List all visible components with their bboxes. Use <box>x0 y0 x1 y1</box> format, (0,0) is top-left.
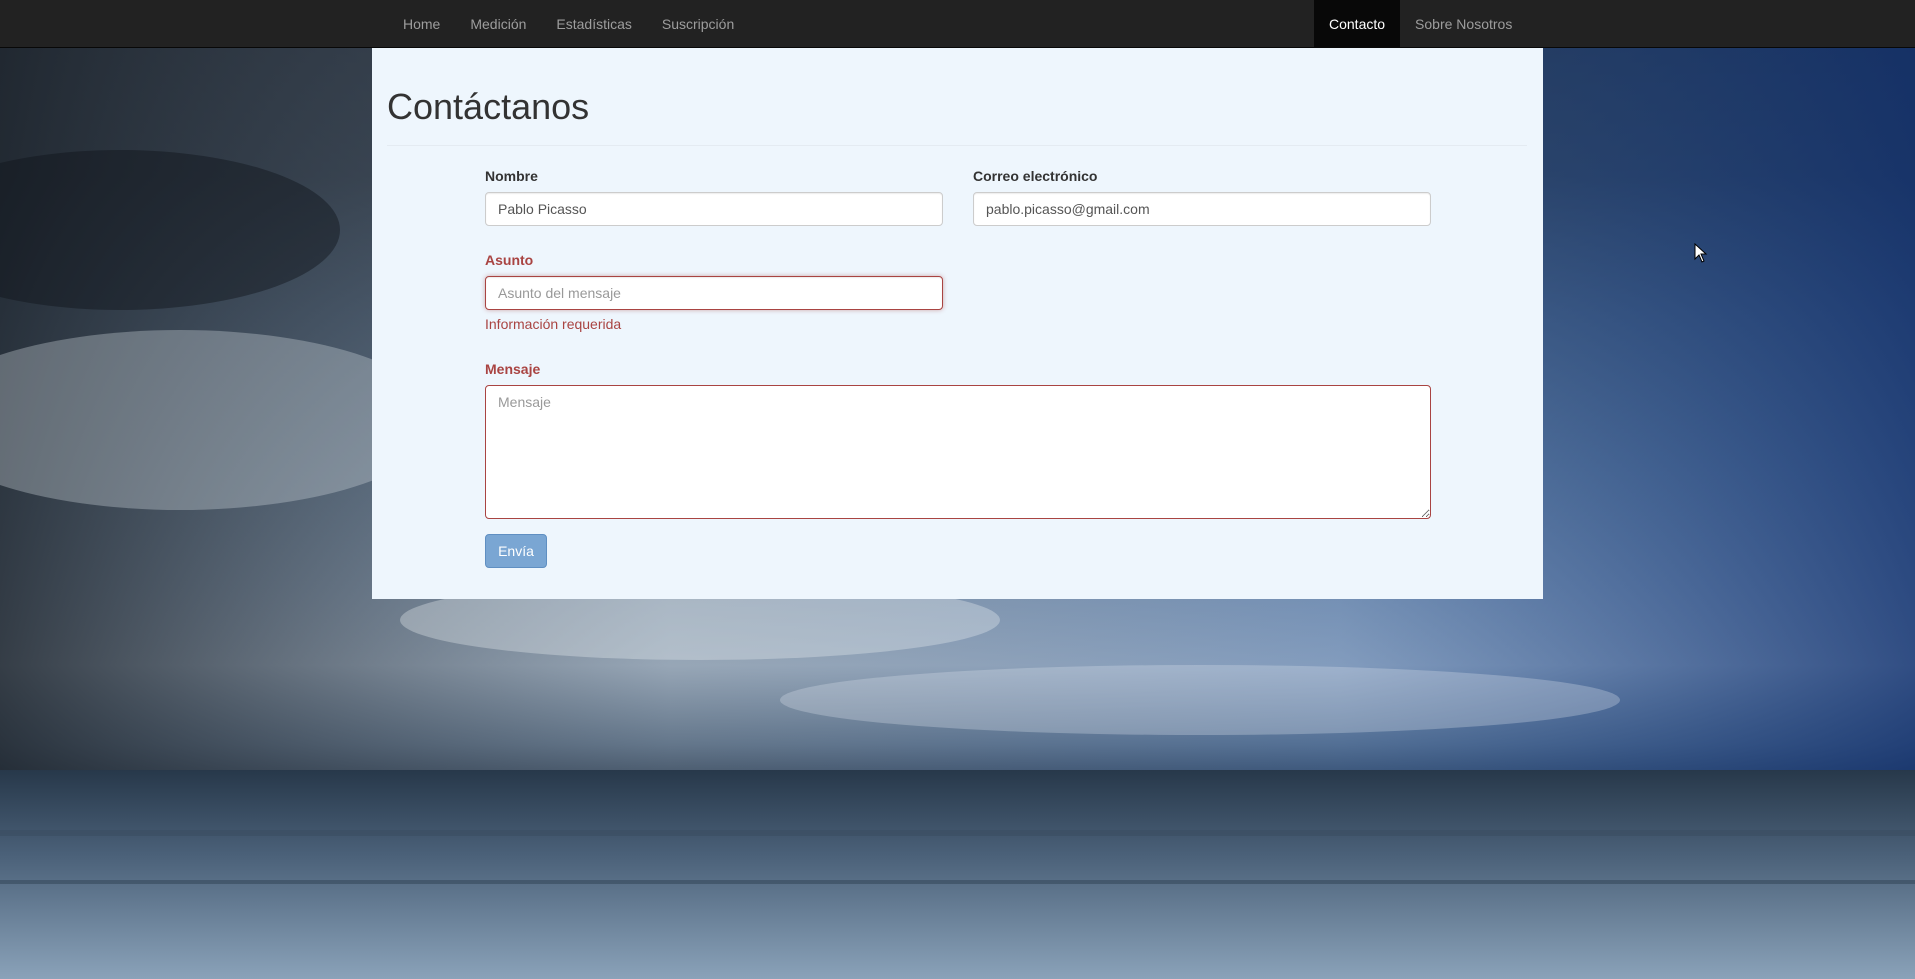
message-label: Mensaje <box>485 361 541 377</box>
subject-label: Asunto <box>485 252 534 268</box>
name-input[interactable] <box>485 192 943 226</box>
subject-error-message: Información requerida <box>485 316 622 332</box>
nav-contacto-link[interactable]: Contacto <box>1314 0 1401 48</box>
title-divider <box>387 145 1527 146</box>
mouse-pointer-icon <box>1694 243 1708 263</box>
nav-left-group: Home Medición Estadísticas Suscripción <box>388 0 749 48</box>
submit-button[interactable]: Envía <box>485 534 547 568</box>
subject-input[interactable] <box>485 276 943 310</box>
name-label: Nombre <box>485 168 538 184</box>
email-input[interactable] <box>973 192 1431 226</box>
nav-sobre-nosotros-link[interactable]: Sobre Nosotros <box>1400 0 1527 48</box>
top-navbar: Home Medición Estadísticas Suscripción C… <box>0 0 1915 48</box>
nav-home-link[interactable]: Home <box>388 0 455 48</box>
nav-right-group: Contacto Sobre Nosotros <box>1314 0 1527 48</box>
nav-estadisticas-link[interactable]: Estadísticas <box>541 0 646 48</box>
message-textarea[interactable] <box>485 385 1431 519</box>
email-label: Correo electrónico <box>973 168 1098 184</box>
nav-suscripcion-link[interactable]: Suscripción <box>647 0 749 48</box>
nav-medicion-link[interactable]: Medición <box>455 0 541 48</box>
page-title: Contáctanos <box>387 86 590 127</box>
contact-panel: Contáctanos Nombre Correo electrónico As… <box>372 48 1543 599</box>
